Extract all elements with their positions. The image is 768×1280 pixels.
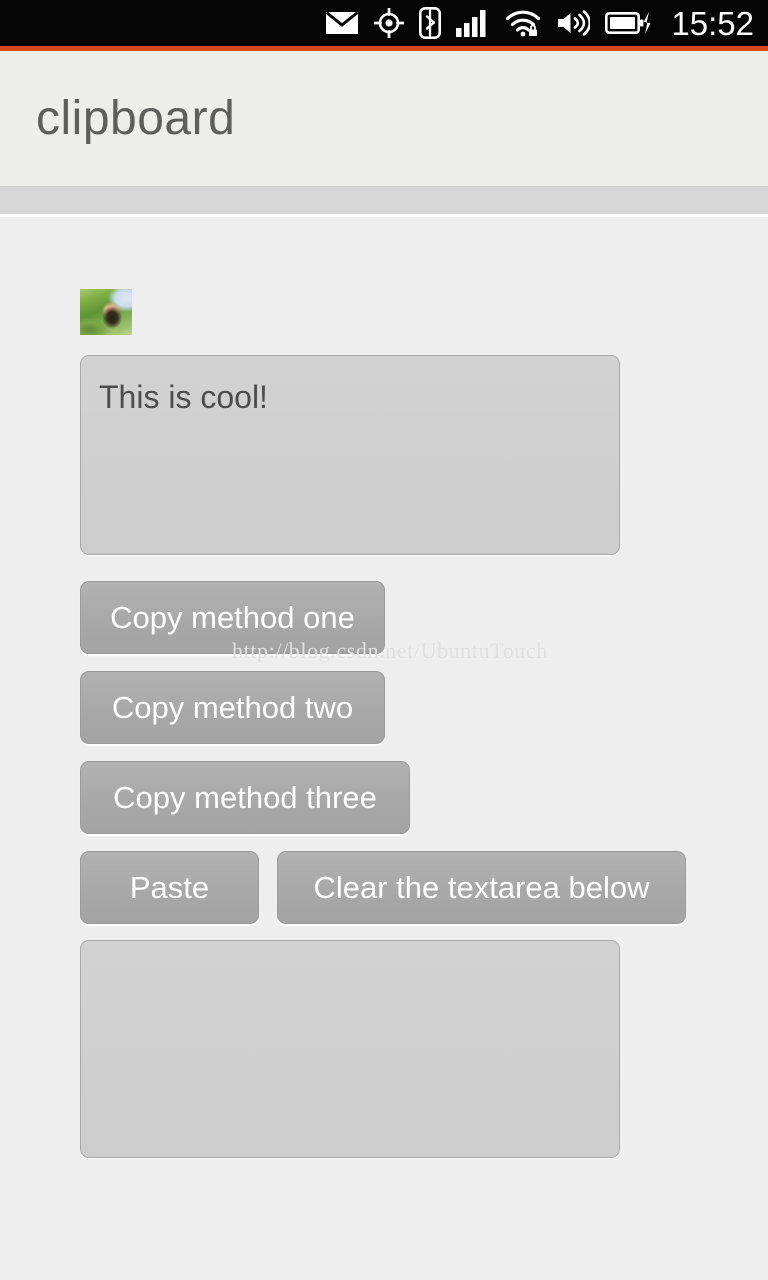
battery-charging-icon[interactable]	[605, 10, 651, 36]
source-textarea-value: This is cool!	[99, 379, 268, 415]
copy-method-three-button[interactable]: Copy method three	[80, 761, 410, 834]
bluetooth-icon[interactable]	[419, 7, 442, 39]
wifi-secure-icon[interactable]	[505, 9, 541, 37]
page-title: clipboard	[36, 91, 236, 145]
volume-icon[interactable]	[556, 9, 591, 37]
status-bar[interactable]: 15:52	[0, 0, 768, 46]
source-textarea[interactable]: This is cool!	[80, 355, 620, 555]
destination-textarea[interactable]	[80, 940, 620, 1158]
header-divider-band	[0, 186, 768, 214]
thumbnail-photo	[80, 289, 132, 335]
clear-textarea-button[interactable]: Clear the textarea below	[277, 851, 686, 924]
cellular-signal-icon[interactable]	[456, 9, 490, 37]
main-content: This is cool! Copy method one http://blo…	[0, 217, 768, 1280]
mail-icon[interactable]	[325, 10, 359, 36]
copy-method-two-button[interactable]: Copy method two	[80, 671, 385, 744]
clipboard-image-thumbnail[interactable]	[80, 289, 132, 335]
app-header: clipboard	[0, 51, 768, 186]
copy-method-one-button[interactable]: Copy method one	[80, 581, 385, 654]
status-bar-clock[interactable]: 15:52	[671, 7, 754, 40]
location-icon[interactable]	[374, 8, 405, 38]
paste-button[interactable]: Paste	[80, 851, 259, 924]
